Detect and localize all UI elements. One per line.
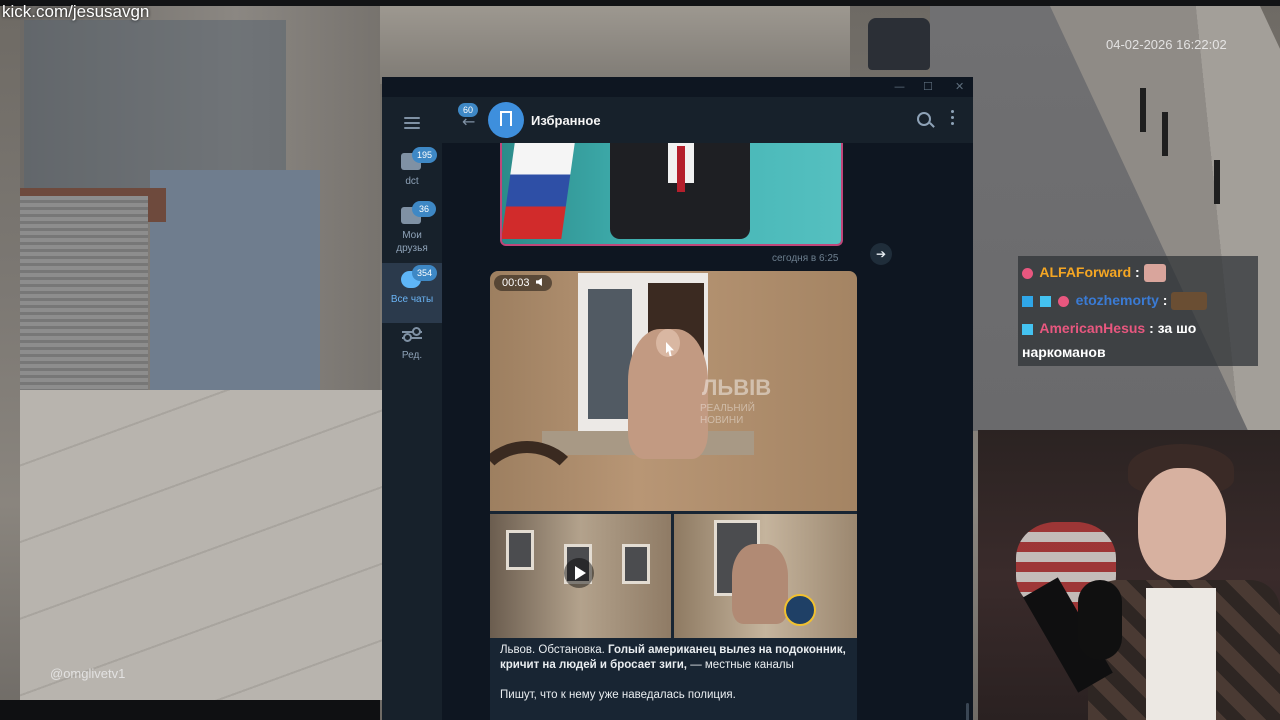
channel-watermark-sub: РЕАЛЬНИЙ НОВИНИ [700, 403, 755, 426]
folder-label: Мои друзья [396, 230, 428, 254]
badge-icon [1022, 295, 1033, 307]
blue-wall [150, 170, 320, 390]
streamer-shirt [1146, 588, 1216, 720]
title-bar: — ☐ ✕ [382, 77, 973, 97]
maximize-button[interactable]: ☐ [923, 80, 933, 93]
folder-badge: 354 [412, 265, 438, 281]
play-icon[interactable] [564, 558, 594, 588]
bottom-strip [0, 700, 380, 720]
close-button[interactable]: ✕ [955, 80, 964, 93]
bollard [1140, 88, 1146, 132]
caption-paragraph: Львов. Обстановка. Голый американец выле… [500, 643, 850, 673]
folder-label: dct [405, 176, 419, 187]
chat-message: ALFAForward : [1022, 264, 1166, 283]
window [506, 530, 534, 570]
scrollbar[interactable] [966, 703, 969, 720]
stream-chat-overlay: ALFAForward : etozhemorty : AmericanHesu… [1018, 256, 1258, 366]
person [732, 544, 788, 624]
building-center [380, 6, 850, 84]
chat-separator: : [1149, 320, 1154, 336]
streamer-webcam [978, 430, 1280, 720]
emote-icon [1171, 292, 1208, 311]
badge-icon [1039, 295, 1051, 307]
camera-handle: @omglivetv1 [50, 666, 126, 681]
streamer-head [1138, 468, 1226, 580]
chat-message: etozhemorty : [1022, 292, 1208, 311]
folder-friends[interactable]: 36 Мои друзья [382, 199, 442, 259]
badge-icon [1057, 295, 1069, 307]
person-head [656, 329, 680, 357]
wall-panel [24, 20, 286, 190]
chat-separator: : [1162, 292, 1168, 308]
media-thumbnail[interactable] [490, 514, 671, 638]
chat-text-continued: наркоманов [1022, 344, 1106, 360]
window [622, 544, 650, 584]
messages-area: сегодня в 6:25 ➔ ЛЬВІВ РЕАЛЬНИЙ НОВИНИ 0… [442, 143, 973, 720]
sliders-icon [402, 327, 422, 343]
parked-car [868, 18, 930, 70]
street-road [930, 6, 1280, 431]
chat-title[interactable]: Избранное [531, 113, 601, 128]
folder-edit[interactable]: Ред. [382, 323, 442, 383]
previous-video-message[interactable] [500, 143, 843, 246]
microphone-icon [1078, 580, 1122, 660]
caption-paragraph: Пишут, что к нему уже наведалась полиция… [500, 689, 736, 701]
chat-text: за шо [1157, 320, 1197, 336]
chat-username: AmericanHesus [1039, 320, 1146, 336]
sidewalk [20, 390, 382, 700]
menu-icon[interactable] [404, 117, 420, 129]
forward-icon[interactable]: ➔ [870, 243, 892, 265]
mute-icon[interactable] [535, 278, 542, 286]
camera-timestamp: 04-02-2026 16:22:02 [1106, 37, 1227, 52]
folder-all-chats[interactable]: 354 Все чаты [382, 263, 442, 323]
caption-lead: Львов. Обстановка. [500, 644, 609, 656]
forwarded-post: ЛЬВІВ РЕАЛЬНИЙ НОВИНИ 00:03 Львов. Обста… [490, 271, 857, 720]
message-time: сегодня в 6:25 [772, 253, 839, 264]
media-thumbnail[interactable] [674, 514, 857, 638]
folder-badge: 195 [412, 147, 438, 163]
tie [677, 146, 685, 192]
emote-icon [1143, 264, 1166, 283]
folder-badge: 36 [412, 201, 436, 217]
folder-dct[interactable]: 195 dct [382, 145, 442, 205]
duration-text: 00:03 [502, 277, 530, 289]
stream-url: kick.com/jesusavgn [2, 2, 150, 21]
bookmark-icon[interactable] [488, 102, 524, 138]
minimize-button[interactable]: — [894, 80, 905, 93]
folder-label: Все чаты [390, 294, 434, 305]
chat-username: ALFAForward [1039, 264, 1132, 280]
chat-message: AmericanHesus : за шо [1022, 320, 1196, 336]
telegram-window: — ☐ ✕ 195 dct 36 Мои друзья 354 Все чаты… [382, 77, 973, 720]
badge-icon [1022, 323, 1033, 335]
unread-badge: 60 [458, 103, 479, 117]
video-duration[interactable]: 00:03 [494, 275, 552, 291]
post-caption: Львов. Обстановка. Голый американец выле… [500, 643, 850, 718]
video-player[interactable]: ЛЬВІВ РЕАЛЬНИЙ НОВИНИ 00:03 [490, 271, 857, 511]
folder-label: Ред. [401, 350, 423, 361]
search-icon[interactable] [917, 112, 931, 126]
chat-separator: : [1135, 264, 1140, 280]
chat-header: ← 60 Избранное [442, 97, 973, 143]
folders-sidebar: 195 dct 36 Мои друзья 354 Все чаты Ред. [382, 97, 442, 720]
more-icon[interactable] [951, 110, 955, 128]
owl-logo-icon [784, 594, 816, 626]
badge-icon [1022, 267, 1033, 279]
bollard [1214, 160, 1220, 204]
window-pane [588, 289, 632, 419]
channel-watermark: ЛЬВІВ [702, 375, 772, 400]
caption-tail: — местные каналы [687, 659, 794, 671]
chat-username: etozhemorty [1075, 292, 1159, 308]
bollard [1162, 112, 1168, 156]
